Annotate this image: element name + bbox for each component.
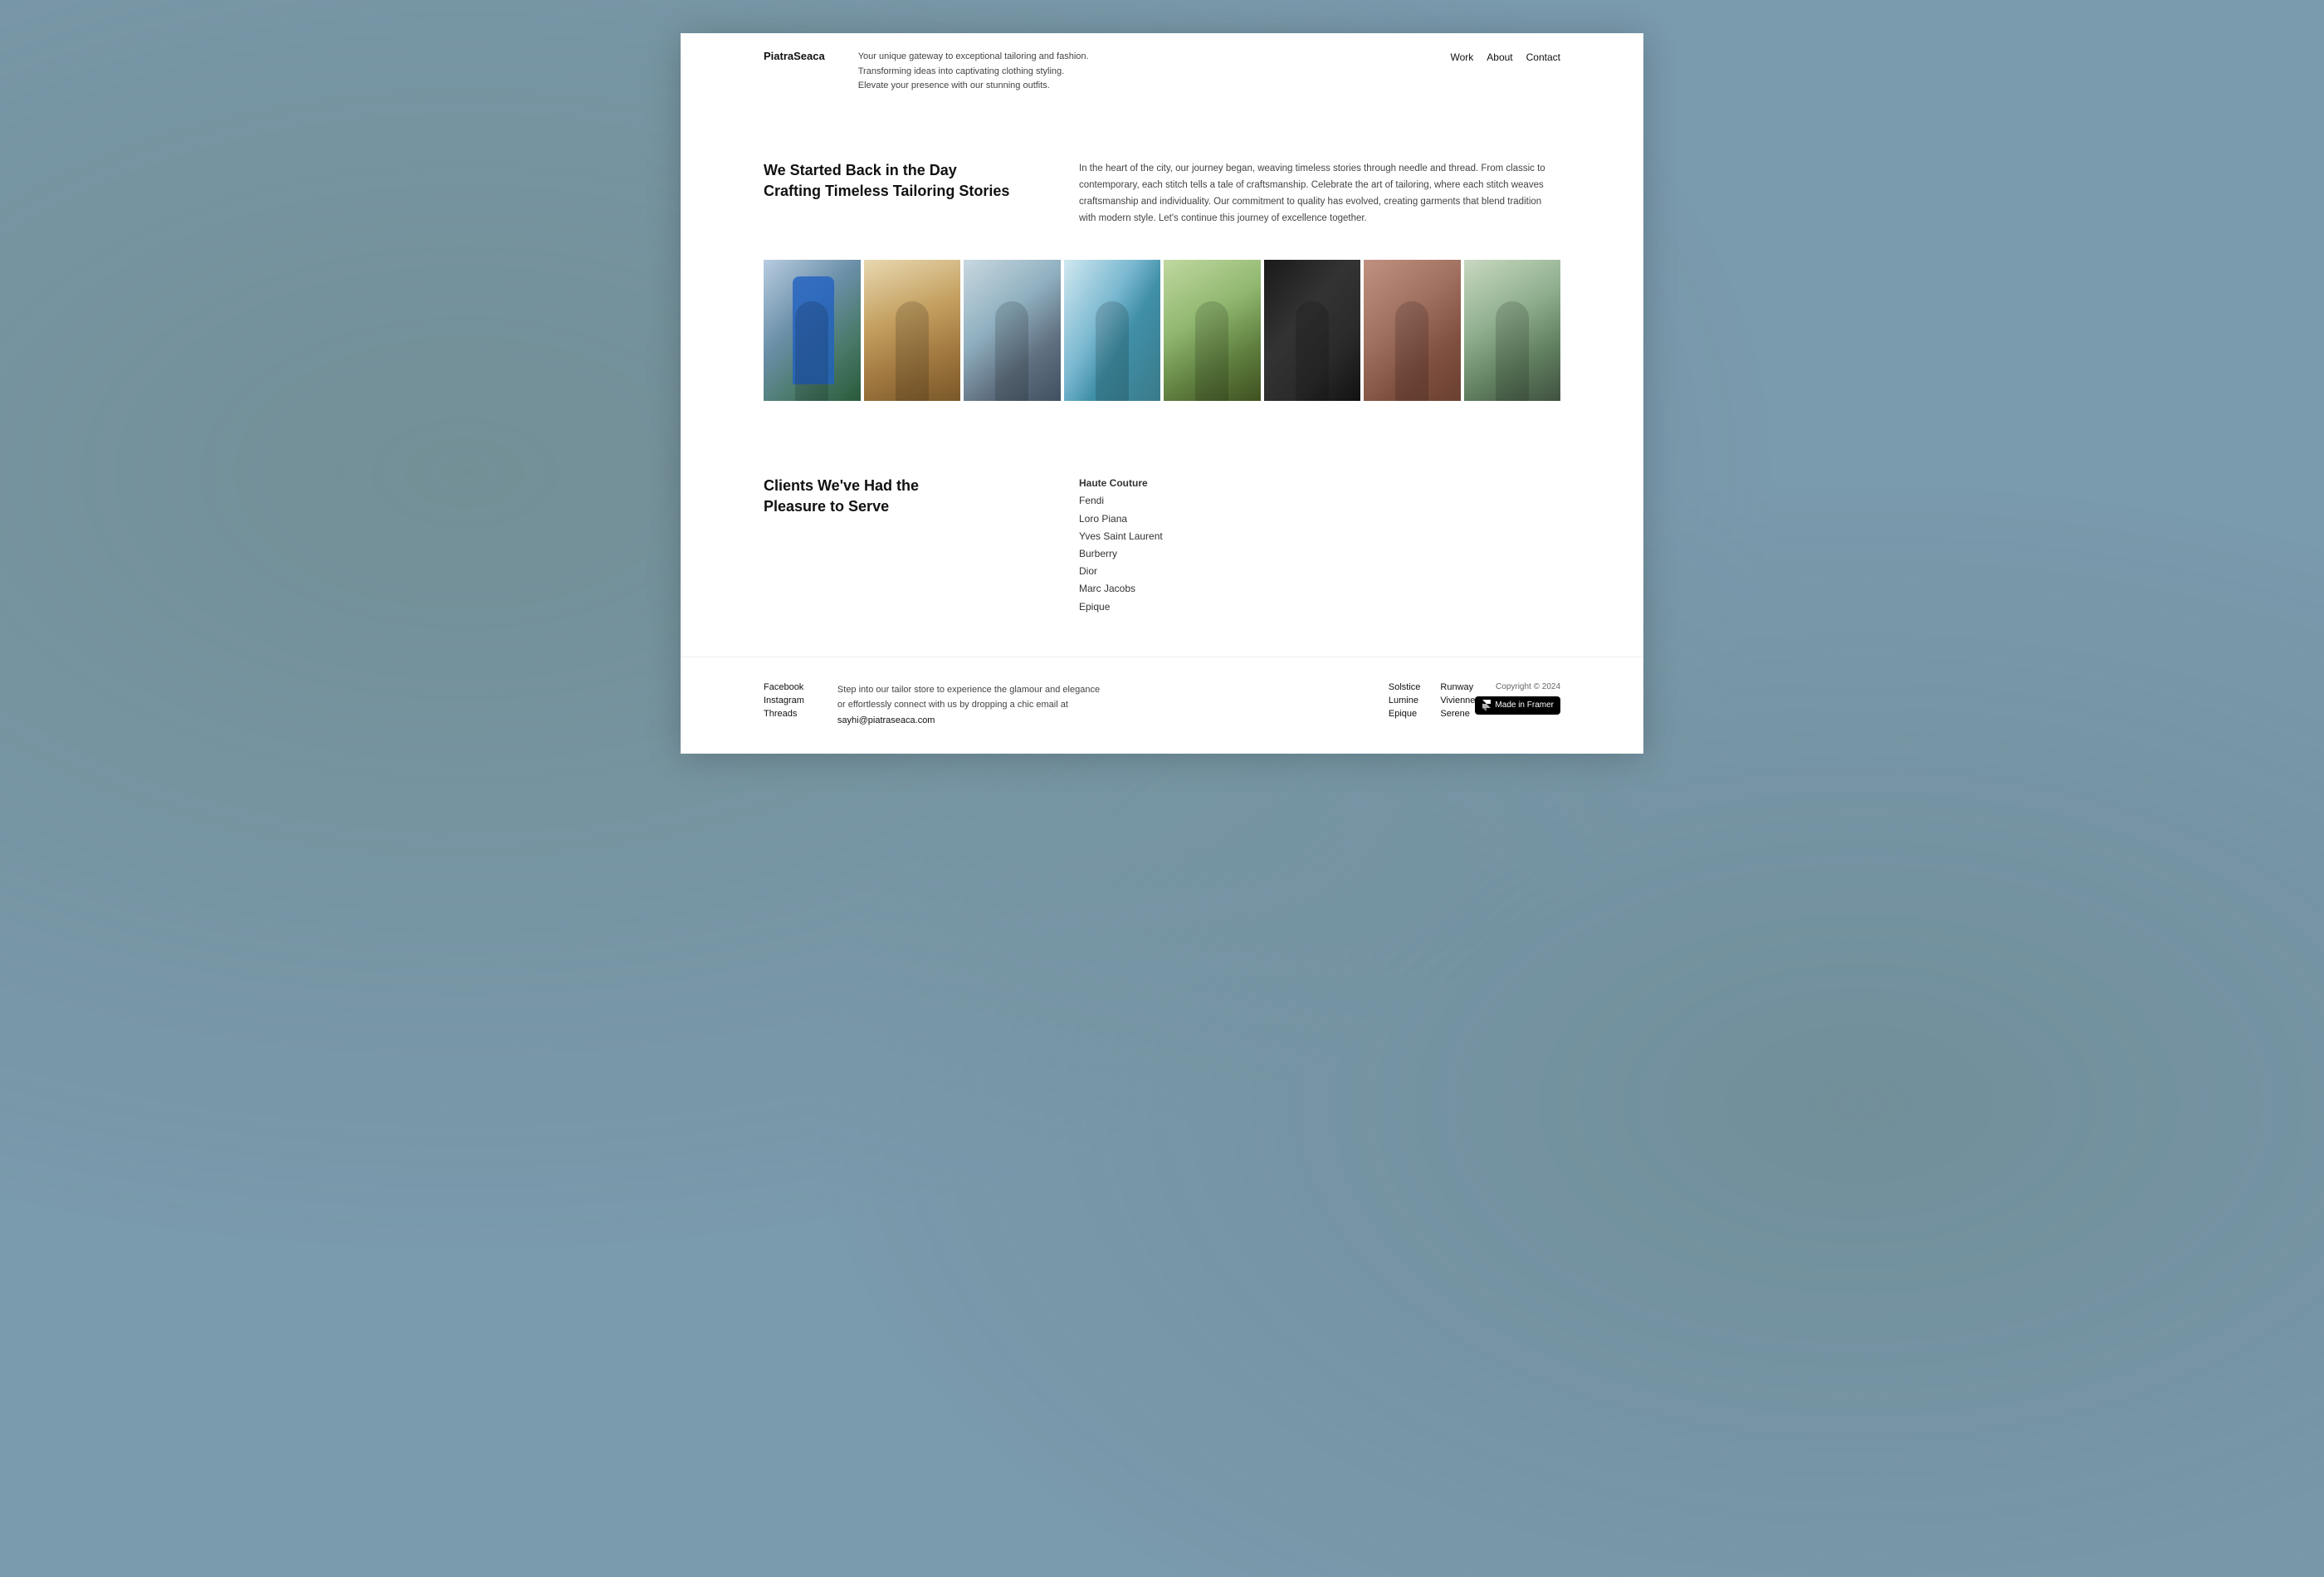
footer-right: Copyright © 2024 Made in Framer <box>1475 682 1560 715</box>
footer-links-col2: Runway Vivienne Serene <box>1440 682 1475 719</box>
footer-link-runway[interactable]: Runway <box>1440 682 1475 692</box>
client-burberry: Burberry <box>1079 546 1560 562</box>
framer-icon <box>1482 700 1492 711</box>
made-in-framer-badge[interactable]: Made in Framer <box>1475 696 1560 715</box>
gallery-item-4 <box>1064 260 1161 401</box>
client-dior: Dior <box>1079 564 1560 579</box>
clients-title: Clients We've Had the Pleasure to Serve <box>764 476 1013 517</box>
client-ysl: Yves Saint Laurent <box>1079 529 1560 544</box>
gallery-item-5 <box>1164 260 1261 401</box>
gallery-item-2 <box>864 260 961 401</box>
header: PiatraSeaca Your unique gateway to excep… <box>681 33 1643 110</box>
main-nav: Work About Contact <box>1451 50 1561 63</box>
footer-link-serene[interactable]: Serene <box>1440 709 1475 719</box>
footer: Facebook Instagram Threads Step into our… <box>681 657 1643 754</box>
footer-links-col1: Solstice Lumine Epique <box>1389 682 1421 719</box>
gallery-item-1 <box>764 260 861 401</box>
client-marc-jacobs: Marc Jacobs <box>1079 581 1560 597</box>
nav-work[interactable]: Work <box>1451 51 1474 63</box>
hero-left: We Started Back in the Day Crafting Time… <box>764 160 1013 202</box>
copyright-text: Copyright © 2024 <box>1496 682 1560 691</box>
client-list: Haute Couture Fendi Loro Piana Yves Sain… <box>1079 476 1560 615</box>
clients-right: Haute Couture Fendi Loro Piana Yves Sain… <box>1079 476 1560 615</box>
footer-link-vivienne[interactable]: Vivienne <box>1440 696 1475 706</box>
gallery-item-7 <box>1364 260 1461 401</box>
gallery-item-8 <box>1464 260 1561 401</box>
footer-links: Solstice Lumine Epique Runway Vivienne S… <box>1389 682 1476 719</box>
footer-tagline-block: Step into our tailor store to experience… <box>804 682 1389 729</box>
header-tagline: Your unique gateway to exceptional tailo… <box>858 50 1418 94</box>
hero-right: In the heart of the city, our journey be… <box>1079 160 1560 227</box>
footer-email[interactable]: sayhi@piatraseaca.com <box>837 715 935 725</box>
gallery-item-3 <box>964 260 1061 401</box>
footer-link-lumine[interactable]: Lumine <box>1389 696 1421 706</box>
gallery <box>681 260 1643 442</box>
header-tagline-block: Your unique gateway to exceptional tailo… <box>825 50 1451 94</box>
footer-link-solstice[interactable]: Solstice <box>1389 682 1421 692</box>
client-epique: Epique <box>1079 599 1560 615</box>
client-fendi: Fendi <box>1079 493 1560 509</box>
made-in-framer-label: Made in Framer <box>1495 701 1554 710</box>
clients-section: Clients We've Had the Pleasure to Serve … <box>681 442 1643 657</box>
footer-social: Facebook Instagram Threads <box>764 682 804 719</box>
main-container: PiatraSeaca Your unique gateway to excep… <box>681 33 1643 754</box>
footer-link-epique[interactable]: Epique <box>1389 709 1421 719</box>
logo: PiatraSeaca <box>764 50 825 62</box>
client-loro-piana: Loro Piana <box>1079 511 1560 527</box>
gallery-item-6 <box>1264 260 1361 401</box>
hero-description: In the heart of the city, our journey be… <box>1079 160 1560 227</box>
nav-contact[interactable]: Contact <box>1526 51 1560 63</box>
hero-title: We Started Back in the Day Crafting Time… <box>764 160 1013 202</box>
clients-left: Clients We've Had the Pleasure to Serve <box>764 476 1013 615</box>
footer-threads[interactable]: Threads <box>764 709 804 719</box>
footer-facebook[interactable]: Facebook <box>764 682 804 692</box>
footer-instagram[interactable]: Instagram <box>764 696 804 706</box>
nav-about[interactable]: About <box>1487 51 1512 63</box>
client-haute-couture: Haute Couture <box>1079 476 1560 491</box>
hero-section: We Started Back in the Day Crafting Time… <box>681 110 1643 261</box>
